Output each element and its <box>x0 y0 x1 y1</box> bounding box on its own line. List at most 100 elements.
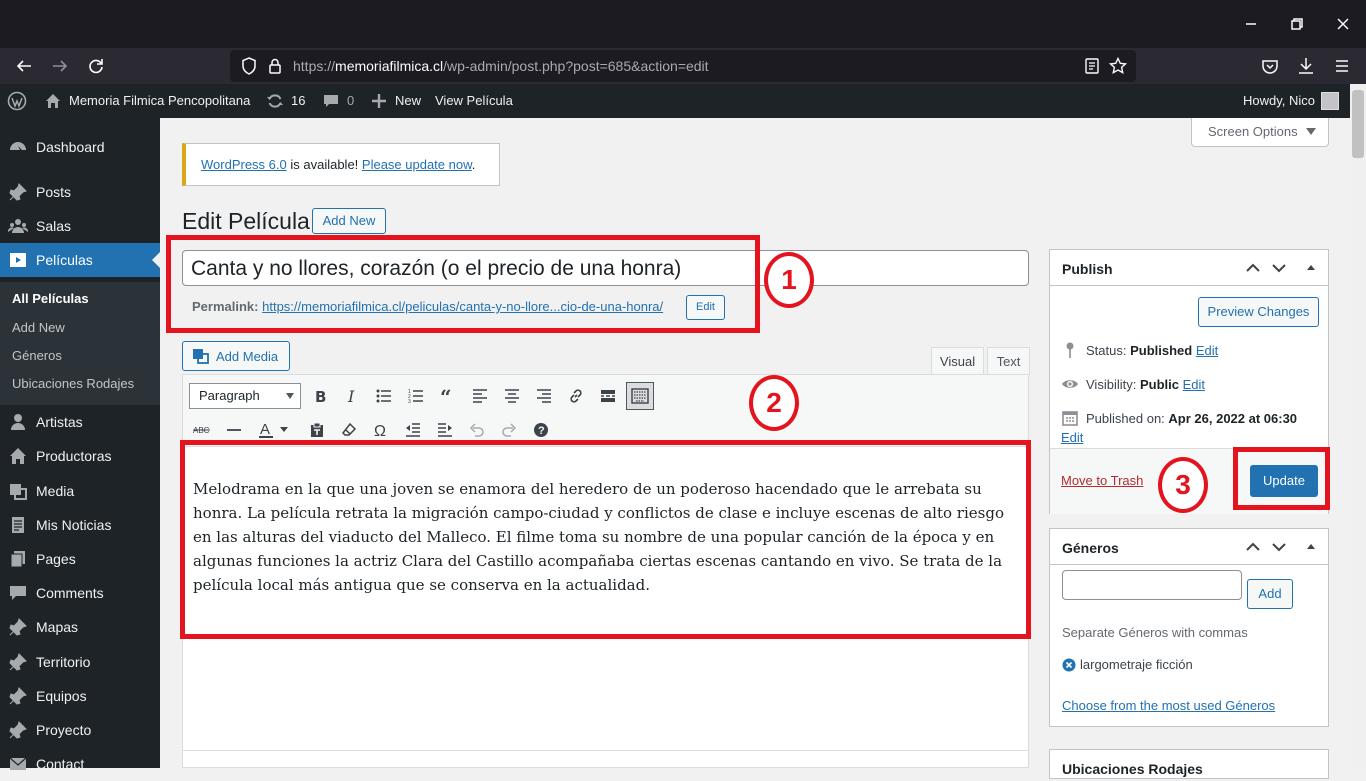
update-now-link[interactable]: Please update now <box>362 157 472 172</box>
status-edit-link[interactable]: Edit <box>1196 343 1218 358</box>
collapse-icon[interactable] <box>1303 539 1319 555</box>
url-text[interactable]: https://memoriafilmica.cl/wp-admin/post.… <box>293 58 709 74</box>
choose-most-used-link[interactable]: Choose from the most used Géneros <box>1062 698 1275 713</box>
published-on-edit-link[interactable]: Edit <box>1061 430 1083 445</box>
indent-icon[interactable] <box>433 418 457 442</box>
redo-icon[interactable] <box>497 418 521 442</box>
undo-icon[interactable] <box>465 418 489 442</box>
sidebar-item-proyecto[interactable]: Proyecto <box>0 713 160 747</box>
sidebar-item-pages[interactable]: Pages <box>0 542 160 576</box>
view-pelicula-link[interactable]: View Película <box>435 84 513 118</box>
site-name: Memoria Filmica Pencopolitana <box>69 93 251 108</box>
bullet-list-icon[interactable] <box>372 384 396 408</box>
bold-icon[interactable]: B <box>308 384 332 408</box>
sidebar-item-mis-noticias[interactable]: Mis Noticias <box>0 508 160 542</box>
pocket-icon[interactable] <box>1259 55 1281 77</box>
sidebar-item-comments[interactable]: Comments <box>0 576 160 610</box>
move-to-trash-link[interactable]: Move to Trash <box>1061 473 1143 488</box>
back-icon[interactable] <box>13 55 35 77</box>
new-genero-input[interactable] <box>1062 570 1242 600</box>
sidebar-item-contact[interactable]: Contact <box>0 747 160 781</box>
link-icon[interactable] <box>564 384 588 408</box>
sidebar-item-peliculas[interactable]: Películas <box>0 243 160 277</box>
scroll-thumb[interactable] <box>1352 90 1364 158</box>
visibility-edit-link[interactable]: Edit <box>1183 377 1205 392</box>
preview-changes-button[interactable]: Preview Changes <box>1198 297 1319 327</box>
submenu-add-new[interactable]: Add New <box>12 320 65 335</box>
sidebar-item-media[interactable]: Media <box>0 474 160 508</box>
sidebar-item-territorio[interactable]: Territorio <box>0 645 160 679</box>
my-account-link[interactable]: Howdy, Nico <box>1243 84 1340 118</box>
read-more-icon[interactable] <box>596 384 620 408</box>
sidebar-item-equipos[interactable]: Equipos <box>0 679 160 713</box>
bookmark-star-icon[interactable] <box>1108 56 1128 76</box>
outdent-icon[interactable] <box>401 418 425 442</box>
close-window-icon[interactable] <box>1332 13 1354 35</box>
add-genero-button[interactable]: Add <box>1247 579 1293 609</box>
sidebar-item-artistas[interactable]: Artistas <box>0 405 160 439</box>
add-new-button[interactable]: Add New <box>312 208 386 234</box>
move-up-icon[interactable] <box>1245 539 1261 555</box>
url-bar[interactable]: https://memoriafilmica.cl/wp-admin/post.… <box>230 50 1136 82</box>
admin-sidebar: Dashboard Posts Salas Películas All Pelí… <box>0 118 160 772</box>
restore-icon[interactable] <box>1286 13 1308 35</box>
submenu-ubicaciones-rodajes[interactable]: Ubicaciones Rodajes <box>12 376 134 391</box>
update-notice: WordPress 6.0 is available! Please updat… <box>182 143 500 186</box>
text-color-caret-icon[interactable] <box>277 418 291 442</box>
annotation-number-3: 3 <box>1158 457 1208 513</box>
new-content-link[interactable]: New <box>369 84 421 118</box>
align-center-icon[interactable] <box>500 384 524 408</box>
format-select[interactable]: Paragraph <box>189 383 301 409</box>
reader-view-icon[interactable] <box>1082 56 1102 76</box>
screen-options-button[interactable]: Screen Options <box>1191 118 1329 147</box>
italic-icon[interactable]: I <box>340 384 364 408</box>
special-character-icon[interactable]: Ω <box>369 418 393 442</box>
remove-tag-icon[interactable] <box>1062 658 1076 672</box>
minimize-icon[interactable] <box>1240 13 1262 35</box>
site-name-link[interactable]: Memoria Filmica Pencopolitana <box>43 84 250 118</box>
strikethrough-icon[interactable]: ABC <box>190 418 214 442</box>
generos-hint: Separate Géneros with commas <box>1062 625 1248 640</box>
dashboard-icon <box>8 137 28 157</box>
lock-icon[interactable] <box>265 56 285 76</box>
sidebar-item-salas[interactable]: Salas <box>0 209 160 243</box>
caret-down-icon <box>1306 128 1316 135</box>
sidebar-item-dashboard[interactable]: Dashboard <box>0 130 160 164</box>
sidebar-item-mapas[interactable]: Mapas <box>0 610 160 644</box>
move-down-icon[interactable] <box>1271 260 1287 276</box>
submenu-all-peliculas[interactable]: All Películas <box>12 291 89 306</box>
collapse-icon[interactable] <box>1303 260 1319 276</box>
published-on-row: Published on: Apr 26, 2022 at 06:30 <box>1061 409 1297 427</box>
downloads-icon[interactable] <box>1295 55 1317 77</box>
comments-link[interactable]: 0 <box>321 84 354 118</box>
browser-navbar: https://memoriafilmica.cl/wp-admin/post.… <box>0 48 1366 84</box>
updates-link[interactable]: 16 <box>265 84 305 118</box>
add-media-button[interactable]: Add Media <box>182 341 290 371</box>
clear-formatting-icon[interactable] <box>337 418 361 442</box>
reload-icon[interactable] <box>85 55 107 77</box>
wordpress-version-link[interactable]: WordPress 6.0 <box>201 157 287 172</box>
numbered-list-icon[interactable]: 123 <box>404 384 428 408</box>
blockquote-icon[interactable]: “ <box>436 384 460 408</box>
forward-icon[interactable] <box>49 55 71 77</box>
align-right-icon[interactable] <box>532 384 556 408</box>
move-up-icon[interactable] <box>1245 260 1261 276</box>
toolbar-toggle-icon[interactable] <box>626 382 654 410</box>
move-down-icon[interactable] <box>1271 539 1287 555</box>
pin-icon <box>1061 341 1079 359</box>
align-left-icon[interactable] <box>468 384 492 408</box>
pin-icon <box>8 686 28 706</box>
horizontal-line-icon[interactable] <box>222 418 246 442</box>
shield-icon[interactable] <box>239 56 259 76</box>
sidebar-item-posts[interactable]: Posts <box>0 175 160 209</box>
text-color-icon[interactable]: A <box>254 418 278 442</box>
menu-icon[interactable] <box>1331 55 1353 77</box>
page-scrollbar[interactable] <box>1350 84 1366 768</box>
sidebar-item-productoras[interactable]: Productoras <box>0 439 160 473</box>
wordpress-logo-icon[interactable] <box>7 84 27 118</box>
submenu-generos[interactable]: Géneros <box>12 348 62 363</box>
paste-text-icon[interactable] <box>305 418 329 442</box>
tab-visual[interactable]: Visual <box>931 347 984 375</box>
help-icon[interactable]: ? <box>529 418 553 442</box>
tab-text[interactable]: Text <box>987 347 1030 375</box>
